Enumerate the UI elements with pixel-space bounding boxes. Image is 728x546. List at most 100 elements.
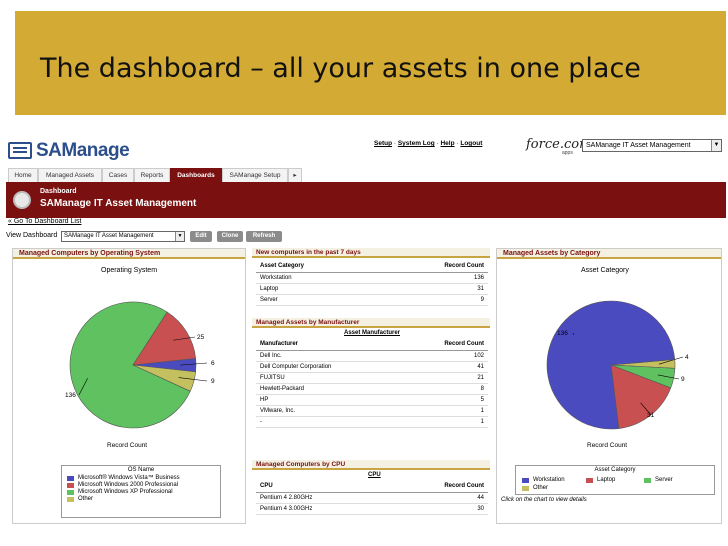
table-cell: Workstation	[256, 272, 378, 284]
table-row[interactable]: FUJITSU 21	[256, 372, 488, 384]
tab-reports[interactable]: Reports	[134, 168, 170, 182]
top-links: Setup · System Log · Help · Logout	[374, 140, 483, 147]
legend-swatch	[67, 483, 74, 488]
column-header: Manufacturer	[256, 339, 401, 351]
back-to-dashboard-list[interactable]: « Go To Dashboard List	[8, 218, 81, 225]
column-header: CPU	[256, 481, 386, 493]
pie-data-label: 6	[211, 360, 215, 367]
view-dashboard-label: View Dashboard	[6, 232, 58, 239]
view-dashboard-select[interactable]: SAManage IT Asset Management ▼	[61, 231, 185, 242]
table-header-row: Asset Category Record Count	[256, 261, 488, 273]
pie-data-label: 136	[65, 392, 76, 399]
legend-label: Microsoft Windows XP Professional	[78, 489, 173, 495]
manufacturer-table: Manufacturer Record Count Dell Inc. 102 De…	[256, 339, 488, 428]
help-link[interactable]: Help	[440, 140, 454, 147]
tab-cases[interactable]: Cases	[102, 168, 134, 182]
tab-managed-assets[interactable]: Managed Assets	[38, 168, 102, 182]
new-computers-table: Asset Category Record Count Workstation 13…	[256, 261, 488, 306]
tables-panel: New computers in the past 7 days Asset C…	[252, 248, 492, 524]
table-cell: 136	[377, 272, 488, 284]
table-cell: Laptop	[256, 283, 378, 295]
table-cell: 41	[400, 361, 488, 373]
tab-dashboards[interactable]: Dashboards	[170, 168, 222, 182]
table-row[interactable]: Pentium 4 3.00GHz 30	[256, 503, 488, 515]
legend-swatch	[586, 478, 593, 483]
column-header: Record Count	[400, 339, 488, 351]
setup-link[interactable]: Setup	[374, 140, 392, 147]
os-legend-title: OS Name	[127, 467, 155, 473]
table-row[interactable]: HP 5	[256, 394, 488, 406]
table-row[interactable]: Dell Inc. 102	[256, 350, 488, 362]
legend-item: Server	[644, 477, 673, 484]
table-cell: 21	[400, 372, 488, 384]
table-row[interactable]: Workstation 136	[256, 272, 488, 284]
clone-button[interactable]: Clone	[217, 231, 243, 242]
table-row[interactable]: -1	[256, 416, 488, 428]
table-row[interactable]: Server 9	[256, 294, 488, 306]
dashboard-label: Dashboard	[40, 188, 77, 195]
os-chart-title: Operating System	[101, 267, 158, 274]
tab-more[interactable]: ▸	[288, 168, 302, 182]
table-cell: Hewlett-Packard	[256, 383, 401, 395]
system-log-link[interactable]: System Log	[398, 140, 435, 147]
table-cell: 31	[377, 283, 488, 295]
pie-data-label: 136	[557, 330, 568, 337]
click-chart-note: Click on the chart to view details	[501, 497, 587, 503]
cpu-header: Managed Computers by CPU	[252, 460, 490, 470]
tab-samanage-setup[interactable]: SAManage Setup	[222, 168, 288, 182]
legend-swatch	[67, 490, 74, 495]
category-panel-header: Managed Assets by Category	[497, 249, 721, 259]
samanage-logo: SAManage	[36, 140, 130, 161]
table-cell: Server	[256, 294, 378, 306]
table-row[interactable]: Pentium 4 2.80GHz 44	[256, 492, 488, 504]
legend-swatch	[67, 476, 74, 481]
legend-label: Server	[655, 477, 673, 483]
table-cell: Dell Computer Corporation	[256, 361, 401, 373]
edit-button[interactable]: Edit	[190, 231, 212, 242]
table-cell: 8	[400, 383, 488, 395]
tab-home[interactable]: Home	[8, 168, 38, 182]
manufacturer-table-title: Asset Manufacturer	[344, 330, 401, 336]
dashboard-name: SAManage IT Asset Management	[40, 198, 197, 209]
os-pie-chart[interactable]: 6 9 136 25	[13, 277, 247, 457]
column-header: Record Count	[385, 481, 488, 493]
table-cell: HP	[256, 394, 401, 406]
slide-title: The dashboard – all your assets in one p…	[40, 53, 641, 84]
table-cell: 5	[400, 394, 488, 406]
table-row[interactable]: VMware, Inc. 1	[256, 405, 488, 417]
legend-swatch	[522, 486, 529, 491]
legend-label: Microsoft® Windows Vista™ Business	[78, 475, 180, 481]
table-row[interactable]: Hewlett-Packard 8	[256, 383, 488, 395]
table-cell: 30	[385, 503, 488, 515]
table-header-row: Manufacturer Record Count	[256, 339, 488, 351]
legend-swatch	[644, 478, 651, 483]
pie-data-label: 9	[211, 378, 215, 385]
os-chart-xlabel: Record Count	[107, 442, 148, 449]
cpu-table-title: CPU	[368, 472, 381, 478]
table-cell: 44	[385, 492, 488, 504]
table-row[interactable]: Dell Computer Corporation 41	[256, 361, 488, 373]
legend-label: Microsoft Windows 2000 Professional	[78, 482, 179, 488]
legend-item: Microsoft Windows 2000 Professional	[62, 482, 220, 489]
category-pie-chart[interactable]: 4 9 31 136	[497, 277, 723, 457]
table-cell: FUJITSU	[256, 372, 401, 384]
table-row[interactable]: Laptop 31	[256, 283, 488, 295]
pie-data-label: 25	[197, 334, 205, 341]
category-chart-title: Asset Category	[581, 267, 629, 274]
chevron-down-icon: ▼	[711, 140, 721, 151]
legend-label: Workstation	[533, 477, 565, 483]
legend-item: Microsoft® Windows Vista™ Business	[62, 475, 220, 482]
screenshot-frame: SAManage Setup · System Log · Help · Log…	[6, 134, 726, 524]
back-link-text: « Go To Dashboard List	[8, 218, 82, 225]
os-panel-header: Managed Computers by Operating System	[13, 249, 245, 259]
logout-link[interactable]: Logout	[460, 140, 482, 147]
table-cell: -	[256, 416, 401, 428]
samanage-logo-icon	[8, 142, 32, 159]
cpu-table: CPU Record Count Pentium 4 2.80GHz 44 Pent…	[256, 481, 488, 515]
category-legend-title: Asset Category	[594, 467, 636, 473]
app-selector[interactable]: SAManage IT Asset Management ▼	[582, 139, 722, 152]
table-cell: 9	[377, 294, 488, 306]
refresh-button[interactable]: Refresh	[246, 231, 282, 242]
table-header-row: CPU Record Count	[256, 481, 488, 493]
os-chart-panel: Managed Computers by Operating System Op…	[12, 248, 246, 524]
